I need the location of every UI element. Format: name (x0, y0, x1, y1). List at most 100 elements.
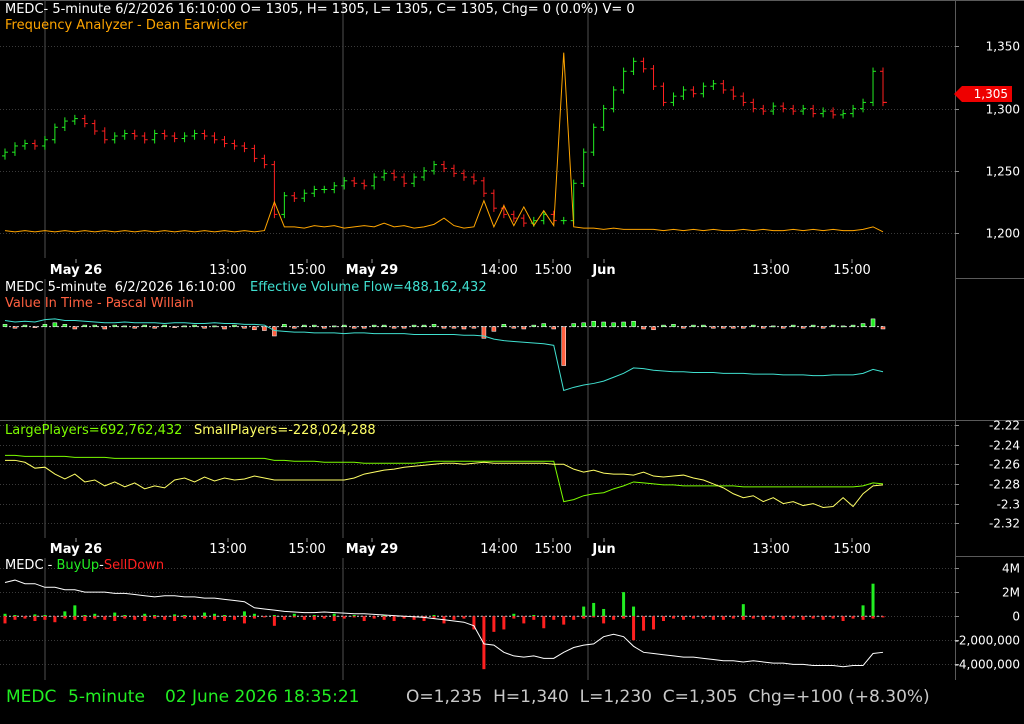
value-in-time-bar (322, 326, 327, 329)
selldown-bar (292, 616, 296, 618)
selldown-bar (232, 616, 236, 620)
status-interval: 5-minute (68, 687, 145, 707)
value-in-time-bar (262, 326, 267, 331)
value-in-time-bar (581, 322, 586, 327)
value-in-time-bar (192, 324, 197, 327)
value-in-time-bar (731, 326, 736, 329)
value-in-time-bar (471, 326, 477, 329)
selldown-bar (63, 616, 67, 619)
selldown-bar (691, 616, 695, 619)
value-in-time-bar (22, 324, 28, 327)
selldown-bar (113, 616, 117, 622)
price-panel-y-tick-label: 1,200 (986, 227, 1020, 241)
price-x-axis-x-tick-label: 13:00 (209, 263, 246, 278)
small-players-line (5, 459, 884, 509)
players-x-axis-x-tick-label: 15:00 (288, 542, 325, 557)
value-in-time-bar (341, 324, 347, 327)
selldown-bar (242, 616, 246, 624)
value-in-time-bar (212, 325, 217, 328)
price-x-axis-x-tick-label: May 29 (346, 263, 398, 278)
players-x-axis-x-tick-label: Jun (591, 542, 615, 557)
value-in-time-bar (501, 324, 507, 327)
chart-window: 1,350 1,300 1,250 1,200 May 26 13:00 15:00 May … (0, 0, 1024, 720)
buyup-bar (272, 614, 276, 617)
chart-canvas[interactable]: 1,350 1,300 1,250 1,200 May 26 13:00 15:00 May … (0, 0, 1024, 720)
value-in-time-bar (12, 326, 18, 329)
selldown-bar (771, 616, 775, 619)
value-in-time-bar (790, 324, 796, 327)
players-x-axis-x-tick-label: 15:00 (833, 542, 870, 557)
value-in-time-bar (62, 324, 68, 327)
value-in-time-bar (721, 326, 726, 329)
buyup-bar (252, 613, 256, 617)
value-in-time-bar (252, 326, 257, 331)
buyup-bar (123, 614, 127, 617)
value-in-time-bar (810, 324, 816, 327)
selldown-bar (731, 616, 735, 619)
price-x-axis-x-tick-label: 15:00 (534, 263, 571, 278)
buyup-panel-header: MEDC - BuyUp-SellDown (5, 558, 164, 573)
value-in-time-bar (441, 326, 447, 329)
selldown-bar (622, 616, 626, 619)
selldown-bar (352, 616, 356, 618)
buyup-bar (153, 614, 157, 617)
value-in-time-bar (761, 326, 766, 329)
selldown-bar (103, 616, 107, 620)
price-x-axis-axis-band (0, 259, 955, 279)
value-in-time-bar (361, 326, 367, 329)
value-in-time-bar (332, 325, 337, 328)
value-in-time-bar (661, 324, 666, 327)
selldown-bar (272, 616, 276, 626)
value-in-time-bar (601, 321, 606, 327)
value-in-time-bar (72, 326, 78, 330)
value-in-time-bar (800, 326, 806, 329)
players-panel-y-tick-label: -2.26 (989, 458, 1020, 472)
value-in-time-bar (351, 326, 357, 329)
price-panel-y-tick-label: 1,300 (986, 103, 1020, 117)
players-x-axis-x-tick-label: 13:00 (752, 542, 789, 557)
selldown-bar (821, 616, 825, 620)
value-in-time-bar (780, 326, 786, 329)
selldown-bar (252, 616, 256, 619)
value-in-time-bar (381, 324, 387, 327)
selldown-bar (392, 616, 396, 622)
value-in-time-bar (401, 326, 407, 329)
selldown-bar (681, 616, 685, 620)
selldown-bar (462, 616, 466, 619)
buyup-bar (871, 583, 875, 617)
selldown-bar (751, 616, 755, 619)
value-in-time-bar (741, 326, 746, 329)
value-in-time-bar (122, 325, 127, 328)
value-in-time-bar (202, 326, 207, 329)
value-in-time-bar (641, 326, 646, 330)
players-x-axis-x-tick-label: 13:00 (209, 542, 246, 557)
value-in-time-bar (52, 322, 58, 327)
value-in-time-bar (771, 325, 776, 328)
buyup-bar (43, 614, 47, 617)
value-in-time-bar (870, 318, 876, 327)
value-in-time-bar (312, 324, 317, 327)
value-in-time-bar (691, 324, 696, 327)
selldown-bar (781, 616, 785, 620)
selldown-bar (203, 616, 207, 619)
buyup-bar (332, 613, 336, 617)
selldown-bar (841, 616, 845, 622)
selldown-bar (871, 616, 875, 619)
value-in-time-bar (491, 326, 497, 332)
selldown-bar (851, 616, 855, 619)
value-in-time-bar (621, 321, 626, 327)
value-in-time-bar (830, 324, 836, 327)
value-in-time-bar (820, 326, 826, 329)
value-in-time-bar (880, 326, 886, 330)
value-in-time-bar (431, 324, 437, 327)
selldown-bar (382, 616, 386, 620)
selldown-bar (542, 616, 546, 629)
value-in-time-bar (152, 326, 157, 329)
selldown-bar (342, 616, 346, 619)
selldown-bar (881, 616, 885, 618)
selldown-bar (43, 616, 47, 620)
selldown-bar (761, 616, 765, 620)
buyup-panel-y-tick-label: -2,000,000 (955, 634, 1020, 648)
selldown-bar (173, 616, 177, 622)
selldown-bar (711, 616, 715, 620)
